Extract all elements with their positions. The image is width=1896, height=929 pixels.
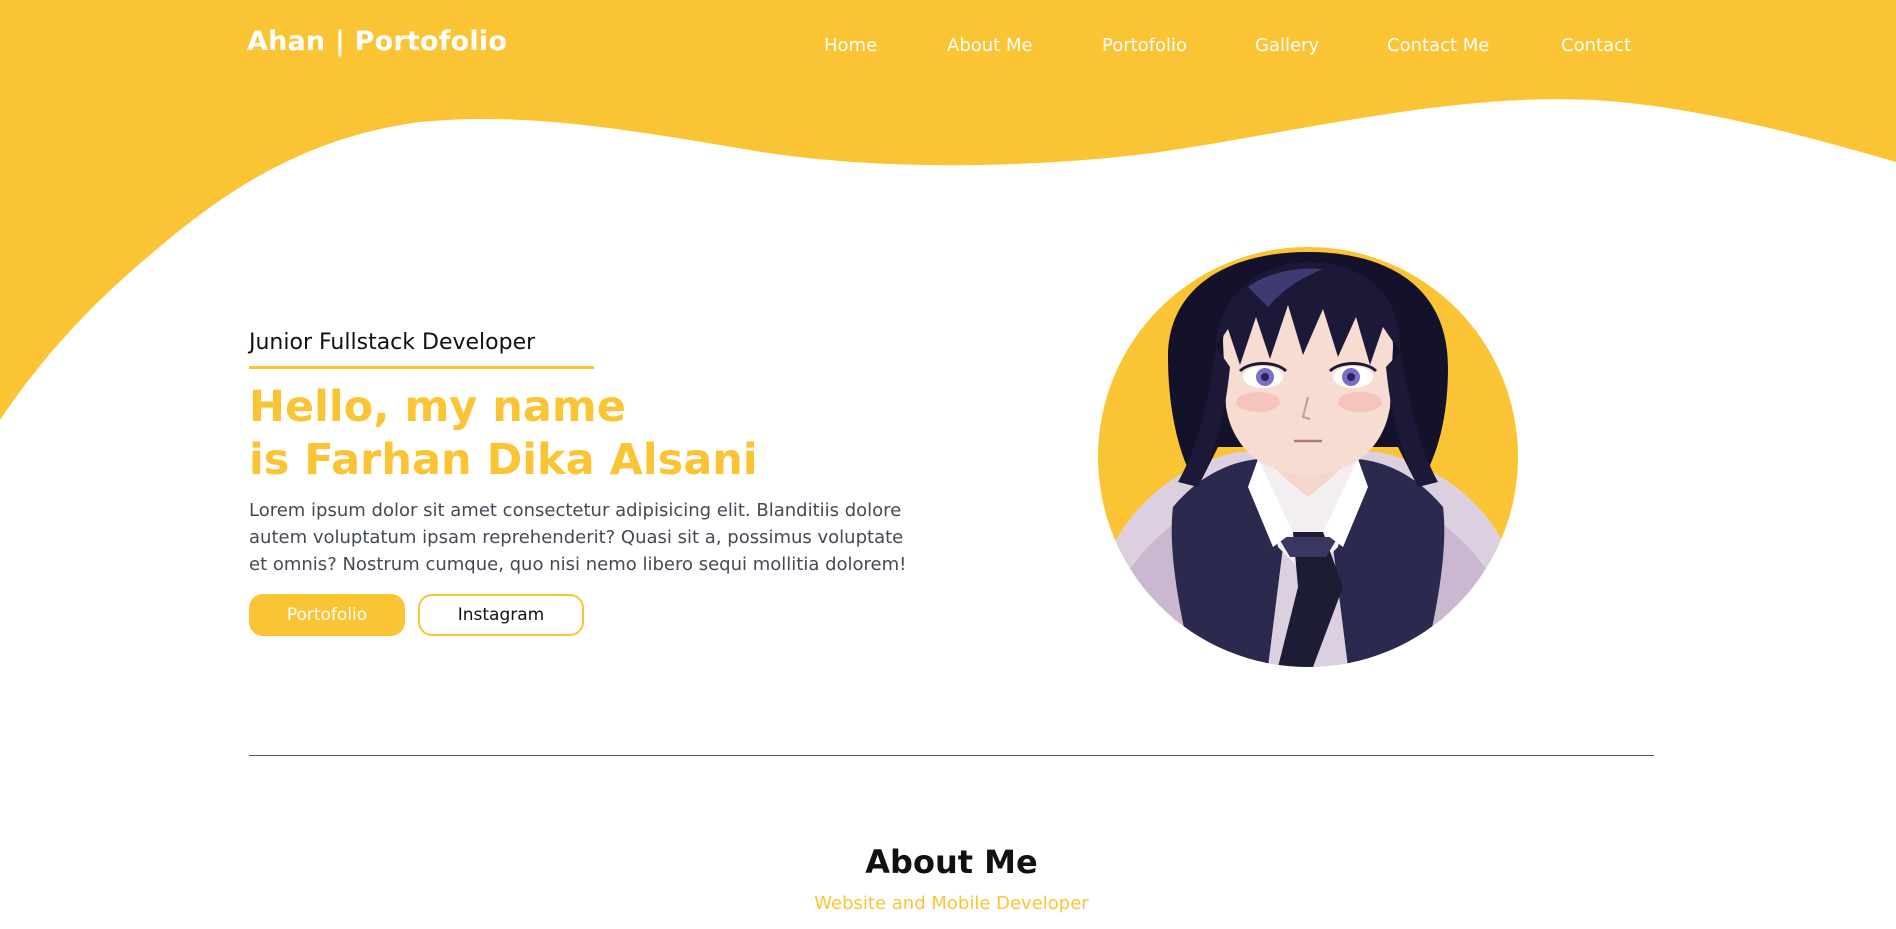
about-heading: About Me — [865, 843, 1038, 881]
instagram-button[interactable]: Instagram — [418, 594, 584, 636]
hero-buttons: Portofolio Instagram — [249, 594, 949, 638]
about-subheading: Website and Mobile Developer — [814, 893, 1089, 914]
nav-link-about-me[interactable]: About Me — [947, 35, 1033, 56]
portofolio-button[interactable]: Portofolio — [249, 594, 405, 636]
nav-link-contact[interactable]: Contact — [1561, 35, 1631, 56]
nav-links: Home About Me Portofolio Gallery Contact… — [0, 35, 1896, 59]
hero-role-underline — [249, 366, 594, 369]
hero-title: Hello, my name is Farhan Dika Alsani — [249, 381, 949, 487]
hero-section: Junior Fullstack Developer Hello, my nam… — [249, 328, 949, 638]
hero-title-line-2: is Farhan Dika Alsani — [249, 435, 758, 485]
portfolio-page: Ahan | Portofolio Home About Me Portofol… — [0, 0, 1896, 929]
nav-link-gallery[interactable]: Gallery — [1255, 35, 1319, 56]
anime-portrait-icon — [1098, 252, 1518, 667]
navbar: Ahan | Portofolio Home About Me Portofol… — [0, 0, 1896, 92]
nav-link-portofolio[interactable]: Portofolio — [1102, 35, 1187, 56]
section-divider — [249, 755, 1654, 756]
hero-role: Junior Fullstack Developer — [249, 330, 536, 355]
hero-title-line-1: Hello, my name — [249, 382, 626, 432]
hero-description: Lorem ipsum dolor sit amet consectetur a… — [249, 500, 907, 575]
nav-link-home[interactable]: Home — [824, 35, 877, 56]
avatar — [1098, 247, 1518, 667]
nav-link-contact-me[interactable]: Contact Me — [1387, 35, 1489, 56]
